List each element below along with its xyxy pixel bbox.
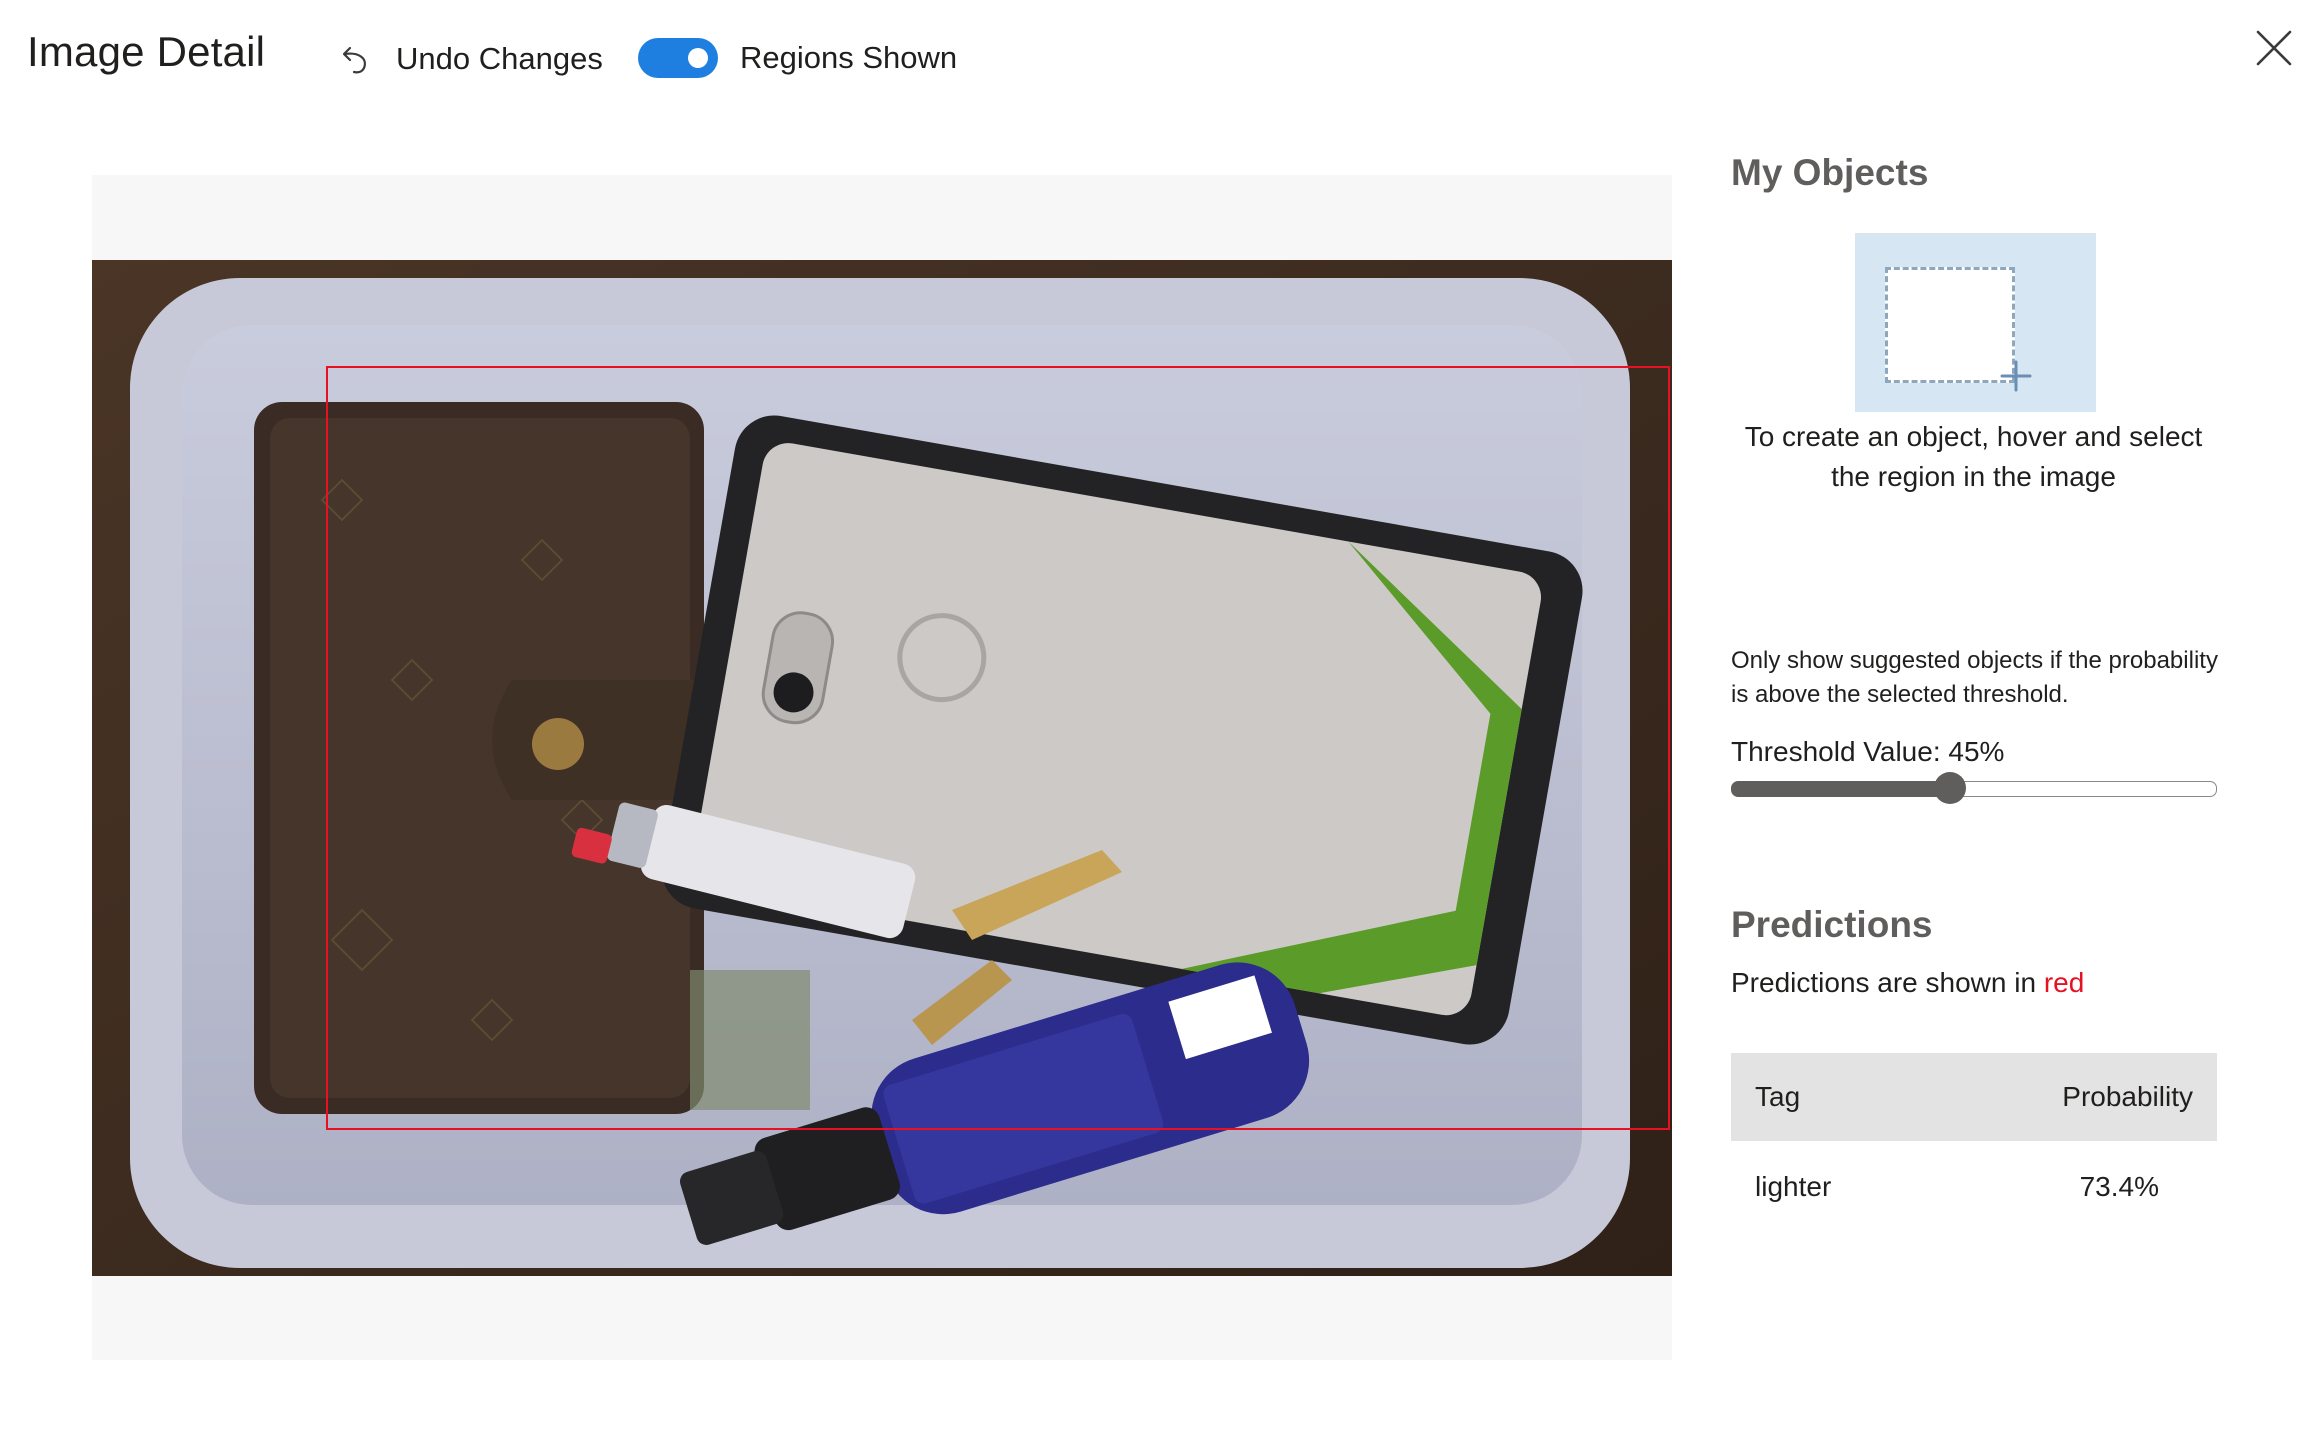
prediction-probability: 73.4% [2079,1171,2159,1202]
dashed-region [1885,267,2015,383]
predictions-note: Predictions are shown in red [1731,967,2084,999]
table-header: Tag Probability [1731,1053,2217,1141]
slider-thumb[interactable] [1934,772,1966,804]
column-header-probability: Probability [2062,1081,2193,1112]
create-object-hint: To create an object, hover and select th… [1744,421,2203,492]
toggle-switch[interactable] [638,38,718,78]
prediction-tag: lighter [1755,1171,1832,1202]
threshold-note: Only show suggested objects if the proba… [1731,647,2218,708]
region-add-illustration [1855,233,2096,412]
column-header-tag: Tag [1755,1081,1801,1112]
table-row[interactable]: lighter 73.4% [1731,1141,2217,1233]
slider-fill [1731,781,1950,797]
region-add-icon [2000,360,2032,392]
threshold-slider[interactable] [1731,772,2217,804]
undo-icon [342,46,366,74]
undo-changes-button[interactable]: Undo Changes [340,34,603,84]
toggle-knob [688,48,708,68]
predictions-note-color-word: red [2043,967,2085,998]
predictions-table: Tag Probability lighter 73.4% [1731,1053,2217,1233]
predictions-note-text: Predictions are shown in [1731,967,2044,998]
regions-shown-toggle[interactable]: Regions Shown [638,38,957,78]
prediction-region-lighter[interactable] [326,366,1670,1130]
right-panel: My Objects To create an object, hover an… [1731,0,2291,1433]
threshold-value-label: Threshold Value: 45% [1731,736,2005,767]
predictions-heading: Predictions [1731,904,1933,945]
regions-shown-label: Regions Shown [740,40,958,75]
undo-changes-label: Undo Changes [396,41,603,76]
image-detail-page: Image Detail Undo Changes Regions Shown [0,0,2321,1433]
page-title: Image Detail [27,28,266,75]
my-objects-heading: My Objects [1731,152,1929,193]
